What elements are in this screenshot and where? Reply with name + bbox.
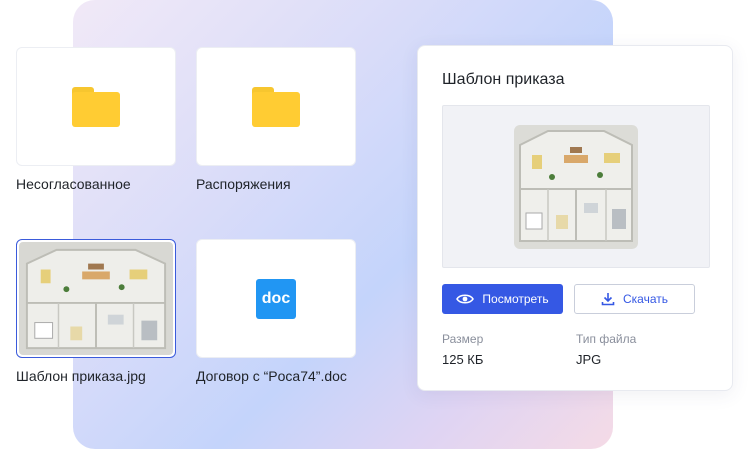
view-button[interactable]: Посмотреть — [442, 284, 563, 314]
folder-tile-unapproved[interactable] — [16, 47, 176, 166]
panel-title: Шаблон приказа — [442, 71, 565, 88]
folder-label[interactable]: Несогласованное — [16, 176, 131, 192]
file-tile-image[interactable] — [16, 239, 176, 358]
file-tile-doc[interactable]: doc — [196, 239, 356, 358]
size-value: 125 КБ — [442, 352, 484, 367]
preview-image — [514, 124, 638, 249]
view-button-label: Посмотреть — [482, 292, 549, 306]
folder-icon — [252, 86, 300, 127]
eye-icon — [456, 294, 475, 304]
floorplan-preview — [514, 124, 638, 249]
folder-tile-orders[interactable] — [196, 47, 356, 166]
file-label[interactable]: Договор с “Poca74”.doc — [196, 368, 347, 384]
download-button-label: Скачать — [623, 292, 668, 306]
file-type-value: JPG — [576, 352, 602, 367]
doc-icon: doc — [256, 278, 296, 319]
preview-area — [442, 105, 710, 268]
file-details-panel: Шаблон приказа Посмотреть Скачать Размер… — [417, 45, 733, 391]
folder-label[interactable]: Распоряжения — [196, 176, 291, 192]
floorplan-thumbnail — [19, 242, 173, 355]
size-label: Размер — [442, 332, 484, 346]
download-button[interactable]: Скачать — [574, 284, 695, 314]
file-type-label: Тип файла — [576, 332, 637, 346]
folder-icon — [72, 86, 120, 127]
download-icon — [601, 293, 615, 306]
file-label[interactable]: Шаблон приказа.jpg — [16, 368, 146, 384]
